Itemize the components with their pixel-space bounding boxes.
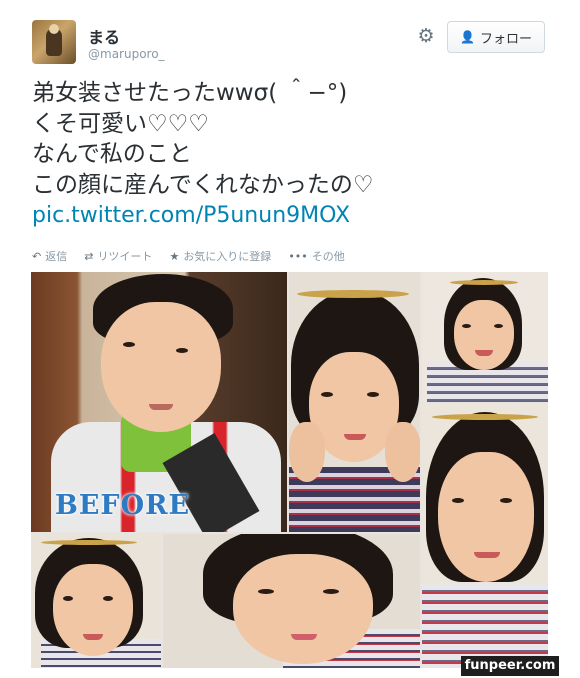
follow-button[interactable]: 👤 フォロー [447,21,545,53]
favorite-action[interactable]: ★ お気に入りに登録 [169,248,271,264]
tweet-line: 弟女装させたったwwσ( ＾−°) [32,80,348,106]
screen-name[interactable]: @maruporo_ [88,47,165,61]
more-action[interactable]: ••• その他 [288,248,344,264]
tweet-text: 弟女装させたったwwσ( ＾−°) くそ可愛い♡♡♡ なんで私のこと この顔に産… [32,78,552,232]
before-label: BEFORE [55,490,191,521]
more-icon: ••• [288,249,308,263]
favorite-label: お気に入りに登録 [183,250,272,263]
photo-tile-bottom-left [31,534,161,668]
follow-label: フォロー [479,31,532,47]
reply-action[interactable]: ↶ 返信 [32,248,67,264]
avatar[interactable] [32,20,76,64]
photo-tile-bottom-middle [163,534,420,668]
add-user-icon: 👤 [460,30,475,44]
display-name[interactable]: まる [88,24,120,48]
tweet-line: この顔に産んでくれなかったの♡ [32,171,374,198]
tweet-link[interactable]: pic.twitter.com/P5unun9MOX [32,203,350,228]
reply-icon: ↶ [32,249,42,263]
retweet-icon: ⇄ [84,249,94,263]
gear-icon[interactable]: ⚙ [415,25,437,47]
star-icon: ★ [169,249,180,263]
more-label: その他 [311,250,345,263]
retweet-action[interactable]: ⇄ リツイート [84,248,152,264]
photo-tile-right [422,404,548,668]
watermark: funpeer.com [461,656,559,676]
photo-tile-hands [289,272,420,532]
tweet-photo[interactable]: BEFORE [31,272,548,668]
reply-label: 返信 [45,250,68,263]
retweet-label: リツイート [97,250,153,263]
tweet-actions: ↶ 返信 ⇄ リツイート ★ お気に入りに登録 ••• その他 [32,248,345,264]
avatar-figure-head [49,24,59,34]
tweet-line: なんで私のこと [32,141,192,167]
tweet-line: くそ可愛い♡♡♡ [32,110,209,137]
photo-tile-top-right [422,272,548,402]
